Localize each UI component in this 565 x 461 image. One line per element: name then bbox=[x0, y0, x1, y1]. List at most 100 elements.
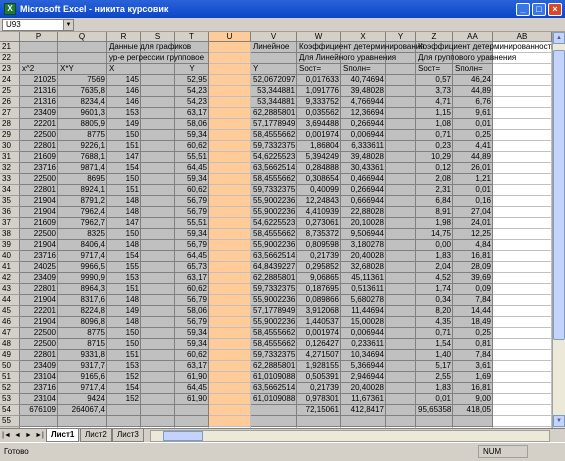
cell[interactable] bbox=[493, 75, 552, 86]
cell[interactable] bbox=[141, 394, 175, 405]
cell[interactable] bbox=[386, 295, 416, 306]
cell[interactable] bbox=[209, 97, 251, 108]
column-header-u[interactable]: U bbox=[209, 32, 251, 42]
cell[interactable] bbox=[141, 97, 175, 108]
cell[interactable] bbox=[493, 97, 552, 108]
column-header-y[interactable]: Y bbox=[386, 32, 416, 42]
row-header-34[interactable]: 34 bbox=[0, 185, 20, 196]
cell[interactable] bbox=[386, 284, 416, 295]
cell[interactable] bbox=[209, 295, 251, 306]
cell[interactable] bbox=[493, 207, 552, 218]
cell[interactable] bbox=[493, 251, 552, 262]
column-header-x[interactable]: X bbox=[341, 32, 386, 42]
cell[interactable] bbox=[386, 196, 416, 207]
cell[interactable] bbox=[209, 328, 251, 339]
select-all-corner[interactable] bbox=[0, 32, 20, 42]
cell[interactable] bbox=[141, 207, 175, 218]
cell[interactable] bbox=[386, 306, 416, 317]
column-header-z[interactable]: Z bbox=[416, 32, 453, 42]
row-header-52[interactable]: 52 bbox=[0, 383, 20, 394]
maximize-button[interactable]: □ bbox=[532, 2, 546, 16]
row-header-47[interactable]: 47 bbox=[0, 328, 20, 339]
cell[interactable] bbox=[141, 361, 175, 372]
cell[interactable] bbox=[386, 328, 416, 339]
row-header-35[interactable]: 35 bbox=[0, 196, 20, 207]
cell[interactable] bbox=[209, 262, 251, 273]
cell[interactable] bbox=[175, 405, 209, 416]
cell[interactable] bbox=[493, 163, 552, 174]
cell[interactable] bbox=[386, 64, 416, 75]
cell[interactable] bbox=[209, 141, 251, 152]
cell[interactable] bbox=[209, 75, 251, 86]
cell[interactable] bbox=[386, 207, 416, 218]
scroll-up-icon[interactable]: ▲ bbox=[553, 32, 565, 44]
cell[interactable] bbox=[493, 306, 552, 317]
row-header-46[interactable]: 46 bbox=[0, 317, 20, 328]
cell[interactable] bbox=[141, 295, 175, 306]
cell[interactable] bbox=[209, 229, 251, 240]
cell[interactable] bbox=[141, 185, 175, 196]
cell[interactable] bbox=[386, 163, 416, 174]
row-header-37[interactable]: 37 bbox=[0, 218, 20, 229]
cell[interactable] bbox=[386, 251, 416, 262]
cell[interactable] bbox=[297, 416, 341, 427]
cell[interactable] bbox=[386, 218, 416, 229]
cell[interactable] bbox=[493, 86, 552, 97]
cell[interactable] bbox=[209, 284, 251, 295]
cell[interactable] bbox=[251, 416, 297, 427]
column-header-q[interactable]: Q bbox=[58, 32, 107, 42]
cell[interactable] bbox=[386, 130, 416, 141]
cell[interactable] bbox=[493, 284, 552, 295]
cell[interactable] bbox=[141, 405, 175, 416]
horizontal-scroll-thumb[interactable] bbox=[163, 431, 203, 441]
cell[interactable] bbox=[141, 163, 175, 174]
cell[interactable] bbox=[209, 207, 251, 218]
cell[interactable] bbox=[493, 174, 552, 185]
cell[interactable] bbox=[386, 383, 416, 394]
cell[interactable] bbox=[386, 317, 416, 328]
cell[interactable] bbox=[141, 86, 175, 97]
cell[interactable] bbox=[493, 119, 552, 130]
cell[interactable] bbox=[493, 328, 552, 339]
row-header-50[interactable]: 50 bbox=[0, 361, 20, 372]
cell[interactable] bbox=[20, 42, 58, 53]
cell[interactable] bbox=[107, 416, 141, 427]
cell[interactable] bbox=[209, 372, 251, 383]
cell[interactable] bbox=[141, 152, 175, 163]
row-header-29[interactable]: 29 bbox=[0, 130, 20, 141]
cell[interactable] bbox=[386, 86, 416, 97]
cell[interactable] bbox=[141, 284, 175, 295]
cell[interactable] bbox=[209, 350, 251, 361]
cell[interactable] bbox=[493, 64, 552, 75]
row-header-44[interactable]: 44 bbox=[0, 295, 20, 306]
cell[interactable] bbox=[58, 53, 107, 64]
cell[interactable] bbox=[175, 416, 209, 427]
cell[interactable] bbox=[20, 53, 58, 64]
cell[interactable] bbox=[493, 130, 552, 141]
cell[interactable] bbox=[209, 339, 251, 350]
cell[interactable] bbox=[209, 42, 251, 53]
cell[interactable] bbox=[141, 64, 175, 75]
row-header-42[interactable]: 42 bbox=[0, 273, 20, 284]
row-header-31[interactable]: 31 bbox=[0, 152, 20, 163]
cell[interactable] bbox=[209, 196, 251, 207]
cell[interactable] bbox=[493, 196, 552, 207]
cell[interactable] bbox=[209, 240, 251, 251]
cell[interactable] bbox=[493, 273, 552, 284]
row-header-43[interactable]: 43 bbox=[0, 284, 20, 295]
row-header-26[interactable]: 26 bbox=[0, 97, 20, 108]
cell[interactable] bbox=[141, 416, 175, 427]
row-header-33[interactable]: 33 bbox=[0, 174, 20, 185]
cell[interactable] bbox=[141, 262, 175, 273]
cell[interactable] bbox=[209, 108, 251, 119]
cell[interactable] bbox=[209, 218, 251, 229]
row-header-55[interactable]: 55 bbox=[0, 416, 20, 427]
column-header-t[interactable]: T bbox=[175, 32, 209, 42]
row-header-25[interactable]: 25 bbox=[0, 86, 20, 97]
cell[interactable] bbox=[493, 372, 552, 383]
row-header-24[interactable]: 24 bbox=[0, 75, 20, 86]
cell[interactable] bbox=[386, 416, 416, 427]
cell[interactable] bbox=[386, 152, 416, 163]
cell[interactable] bbox=[209, 119, 251, 130]
cell[interactable] bbox=[386, 273, 416, 284]
